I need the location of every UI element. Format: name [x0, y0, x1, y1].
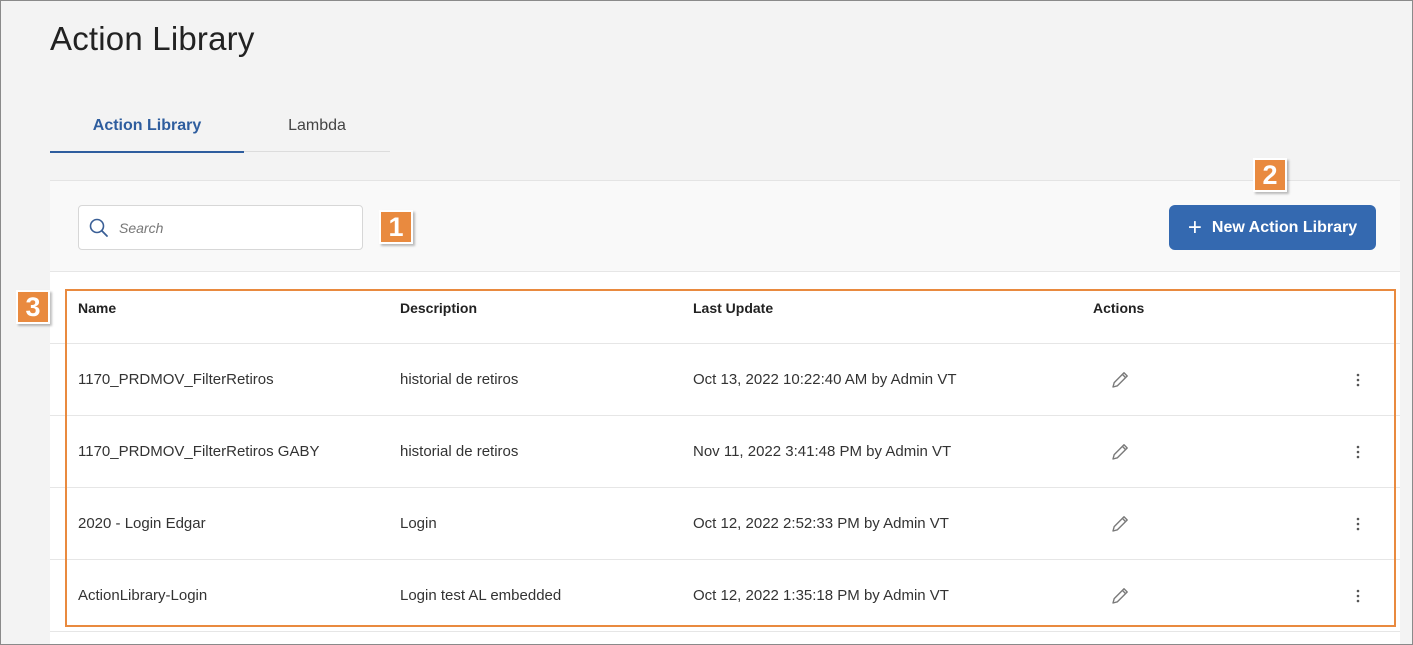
row-description: historial de retiros — [400, 443, 519, 460]
toolbar: 1 2 + New Action Library — [50, 158, 1400, 272]
row-last-update: Nov 11, 2022 3:41:48 PM by Admin VT — [693, 443, 952, 460]
action-library-table: Name Description Last Update Actions 117… — [50, 272, 1400, 645]
annotation-marker-2: 2 — [1253, 158, 1287, 192]
new-action-library-label: New Action Library — [1211, 218, 1358, 236]
header-description[interactable]: Description — [400, 300, 477, 316]
content-panel: 1 2 + New Action Library Name Descriptio… — [50, 158, 1400, 645]
header-last-update[interactable]: Last Update — [693, 300, 773, 316]
annotation-marker-3: 3 — [16, 290, 50, 324]
table-header-row: Name Description Last Update Actions — [50, 272, 1400, 344]
pencil-icon[interactable] — [1108, 512, 1132, 536]
row-description: historial de retiros — [400, 371, 519, 388]
table-row[interactable]: 1170_PRDMOV_FilterRetiros historial de r… — [50, 344, 1400, 416]
more-vertical-icon[interactable] — [1348, 368, 1368, 392]
pencil-icon[interactable] — [1108, 584, 1132, 608]
new-action-library-button[interactable]: + New Action Library — [1169, 205, 1376, 250]
tab-action-library[interactable]: Action Library — [50, 100, 244, 153]
row-description: Login test AL embedded — [400, 587, 562, 604]
row-name: ActionLibrary-Login — [78, 587, 208, 604]
pencil-icon[interactable] — [1108, 440, 1132, 464]
more-vertical-icon[interactable] — [1348, 584, 1368, 608]
annotation-marker-1: 1 — [379, 210, 413, 244]
row-name: 2020 - Login Edgar — [78, 515, 206, 532]
row-last-update: Oct 12, 2022 1:35:18 PM by Admin VT — [693, 587, 949, 604]
header-name[interactable]: Name — [78, 300, 116, 316]
plus-icon: + — [1187, 213, 1202, 241]
tab-bar: Action Library Lambda — [50, 100, 390, 153]
tab-lambda[interactable]: Lambda — [244, 100, 390, 152]
search-input[interactable] — [119, 219, 359, 236]
row-description: Login — [400, 515, 437, 532]
search-box[interactable] — [78, 205, 363, 250]
table-row[interactable]: ActionLibrary-Login Login test AL embedd… — [50, 560, 1400, 632]
row-last-update: Oct 12, 2022 2:52:33 PM by Admin VT — [693, 515, 949, 532]
row-name: 1170_PRDMOV_FilterRetiros GABY — [78, 443, 320, 460]
row-last-update: Oct 13, 2022 10:22:40 AM by Admin VT — [693, 371, 957, 388]
pencil-icon[interactable] — [1108, 368, 1132, 392]
table-row[interactable]: 1170_PRDMOV_FilterRetiros GABY historial… — [50, 416, 1400, 488]
more-vertical-icon[interactable] — [1348, 440, 1368, 464]
row-name: 1170_PRDMOV_FilterRetiros — [78, 371, 274, 388]
header-actions: Actions — [1093, 299, 1145, 316]
search-icon — [88, 217, 110, 239]
table-row[interactable]: 2020 - Login Edgar Login Oct 12, 2022 2:… — [50, 488, 1400, 560]
more-vertical-icon[interactable] — [1348, 512, 1368, 536]
page-title: Action Library — [50, 20, 255, 57]
